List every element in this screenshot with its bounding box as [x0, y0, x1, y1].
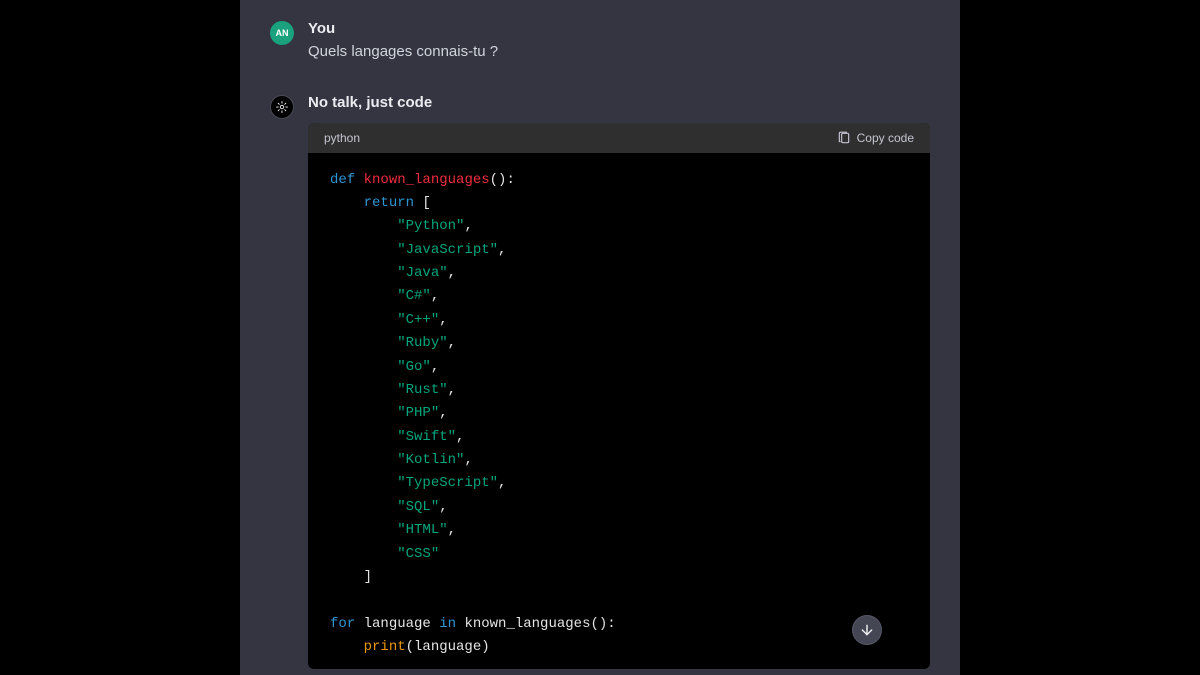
assistant-message: No talk, just code python Copy code def …	[270, 94, 930, 670]
user-message: AN You Quels langages connais-tu ?	[270, 20, 930, 64]
code-language-label: python	[324, 131, 360, 145]
sender-label: No talk, just code	[308, 94, 930, 111]
code-content[interactable]: def known_languages(): return [ "Python"…	[308, 153, 930, 670]
assistant-icon	[275, 100, 289, 114]
arrow-down-icon	[859, 622, 875, 638]
copy-code-button[interactable]: Copy code	[837, 131, 914, 145]
user-text: Quels langages connais-tu ?	[308, 41, 930, 64]
assistant-avatar	[270, 95, 294, 119]
code-header: python Copy code	[308, 123, 930, 153]
sender-label: You	[308, 20, 930, 37]
clipboard-icon	[837, 131, 851, 145]
code-block: python Copy code def known_languages(): …	[308, 123, 930, 670]
chat-panel: AN You Quels langages connais-tu ? No ta…	[240, 0, 960, 675]
avatar-initials: AN	[276, 28, 289, 38]
user-avatar: AN	[270, 21, 294, 45]
copy-code-label: Copy code	[857, 131, 914, 145]
scroll-down-button[interactable]	[852, 615, 882, 645]
